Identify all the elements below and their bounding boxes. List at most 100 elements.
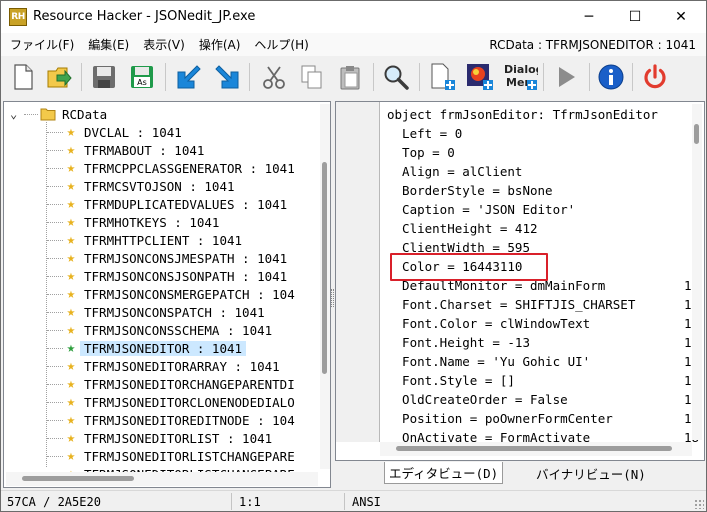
- cut-button[interactable]: [257, 60, 291, 94]
- resource-status: RCData : TFRMJSONEDITOR : 1041: [489, 38, 696, 52]
- tree-item-label: TFRMJSONCONSJSONPATH : 1041: [84, 268, 288, 284]
- tree-item[interactable]: ★ TFRMJSONEDITORLISTCHANGEPARE: [64, 447, 295, 465]
- menu-edit[interactable]: 編集(E): [81, 33, 136, 57]
- toolbar-separator: [165, 63, 166, 91]
- menu-view[interactable]: 表示(V): [136, 33, 192, 57]
- code-line[interactable]: Align = alClient: [387, 164, 522, 179]
- tab-editor-view[interactable]: エディタビュー(D): [384, 462, 504, 484]
- tree-item[interactable]: ★ TFRMDUPLICATEDVALUES : 1041: [64, 195, 287, 213]
- open-folder-icon: [47, 67, 72, 88]
- resource-tree[interactable]: ⌄ RCData ★ DVCLAL : 1041 ★ TFRMABOUT : 1041…: [3, 101, 331, 488]
- maximize-button[interactable]: ☐: [612, 1, 658, 33]
- search-icon: [384, 65, 409, 90]
- code-line[interactable]: Font.Height = -13: [387, 335, 530, 350]
- tree-item[interactable]: ★ TFRMJSONCONSJSONPATH : 1041: [64, 267, 287, 285]
- tree-item[interactable]: ★ TFRMJSONCONSMERGEPATCH : 104: [64, 285, 295, 303]
- save-button[interactable]: [87, 60, 121, 94]
- export-button[interactable]: [210, 60, 244, 94]
- tree-item[interactable]: ★ TFRMHTTPCLIENT : 1041: [64, 231, 242, 249]
- open-button[interactable]: [42, 60, 76, 94]
- tree-item[interactable]: ★ TFRMJSONEDITORCLONENODEDIALO: [64, 393, 295, 411]
- code-line[interactable]: Font.Name = 'Yu Gohic UI': [387, 354, 590, 369]
- exit-button[interactable]: [638, 60, 672, 94]
- menu-help[interactable]: ヘルプ(H): [247, 33, 315, 57]
- tree-connector: [47, 276, 63, 277]
- code-line[interactable]: Font.Style = []: [387, 373, 515, 388]
- tree-connector: [47, 438, 63, 439]
- compile-button[interactable]: [549, 60, 583, 94]
- tree-item[interactable]: ★ TFRMCPPCLASSGENERATOR : 1041: [64, 159, 295, 177]
- code-line[interactable]: BorderStyle = bsNone: [387, 183, 553, 198]
- tree-item[interactable]: ★ TFRMJSONCONSJMESPATH : 1041: [64, 249, 287, 267]
- tree-item-label: TFRMJSONCONSMERGEPATCH : 104: [84, 286, 295, 302]
- tree-item[interactable]: ★ TFRMJSONCONSSCHEMA : 1041: [64, 321, 272, 339]
- save-as-icon: As: [131, 66, 153, 88]
- editor-horizontal-scroll-thumb[interactable]: [396, 446, 672, 451]
- code-editor[interactable]: 1object frmJsonEditor: TfrmJsonEditor2 L…: [335, 101, 705, 461]
- code-line[interactable]: Top = 0: [387, 145, 455, 160]
- tree-horizontal-scroll-thumb[interactable]: [22, 476, 134, 481]
- star-icon: ★: [66, 232, 76, 248]
- status-encoding: ANSI: [352, 494, 381, 509]
- tree-item-label: TFRMJSONEDITOR : 1041: [80, 340, 247, 356]
- tree-item[interactable]: ★ TFRMJSONEDITORCHANGEPARENTDI: [64, 375, 295, 393]
- import-button[interactable]: [172, 60, 206, 94]
- code-line[interactable]: Font.Color = clWindowText: [387, 316, 590, 331]
- tree-item[interactable]: ★ TFRMJSONEDITOR : 1041: [64, 339, 247, 357]
- code-line[interactable]: Caption = 'JSON Editor': [387, 202, 575, 217]
- star-icon: ★: [66, 430, 76, 446]
- tree-connector: [47, 348, 63, 349]
- star-icon: ★: [66, 160, 76, 176]
- cut-icon: [263, 66, 285, 89]
- menu-action[interactable]: 操作(A): [192, 33, 248, 57]
- tree-item[interactable]: ★ TFRMABOUT : 1041: [64, 141, 205, 159]
- window-title: Resource Hacker - JSONedit_JP.exe: [33, 9, 256, 24]
- editor-vertical-scrollbar[interactable]: [692, 104, 702, 440]
- star-icon: ★: [66, 448, 76, 464]
- tree-item[interactable]: ★ TFRMJSONCONSPATCH : 1041: [64, 303, 265, 321]
- tree-vertical-scroll-thumb[interactable]: [322, 162, 327, 374]
- tree-item[interactable]: ★ DVCLAL : 1041: [64, 123, 182, 141]
- about-button[interactable]: [594, 60, 628, 94]
- resize-grip[interactable]: [694, 499, 704, 509]
- add-resource-button[interactable]: [425, 60, 459, 94]
- info-icon: [598, 64, 624, 90]
- app-icon: RH: [9, 8, 27, 26]
- tree-item[interactable]: ★ TFRMCSVTOJSON : 1041: [64, 177, 235, 195]
- tree-item[interactable]: ★ TFRMJSONEDITORARRAY : 1041: [64, 357, 280, 375]
- close-button[interactable]: ✕: [658, 1, 704, 33]
- code-line[interactable]: Position = poOwnerFormCenter: [387, 411, 613, 426]
- new-file-icon: [14, 64, 33, 90]
- toolbar-separator: [589, 63, 590, 91]
- status-offset: 57CA / 2A5E20: [7, 494, 101, 509]
- code-line[interactable]: OldCreateOrder = False: [387, 392, 568, 407]
- new-file-button[interactable]: [6, 60, 40, 94]
- chevron-down-icon[interactable]: ⌄: [10, 107, 24, 121]
- code-line[interactable]: object frmJsonEditor: TfrmJsonEditor: [387, 107, 658, 122]
- tree-root[interactable]: ⌄ RCData: [10, 105, 107, 123]
- code-line[interactable]: ClientHeight = 412: [387, 221, 537, 236]
- minimize-button[interactable]: ─: [566, 1, 612, 33]
- paste-button[interactable]: [333, 60, 367, 94]
- code-line[interactable]: Font.Charset = SHIFTJIS_CHARSET: [387, 297, 635, 312]
- code-line[interactable]: Left = 0: [387, 126, 462, 141]
- star-icon: ★: [66, 412, 76, 428]
- search-button[interactable]: [379, 60, 413, 94]
- save-as-button[interactable]: As: [125, 60, 159, 94]
- tab-binary-view[interactable]: バイナリビュー(N): [532, 462, 650, 484]
- tree-item[interactable]: ★ TFRMJSONEDITORLIST : 1041: [64, 429, 272, 447]
- menu-file[interactable]: ファイル(F): [3, 33, 81, 57]
- copy-button[interactable]: [295, 60, 329, 94]
- line-number-gutter: [336, 102, 380, 442]
- splitter-grip[interactable]: [331, 289, 334, 307]
- tree-connector: [47, 132, 63, 133]
- add-image-button[interactable]: [463, 60, 497, 94]
- main-window: RH Resource Hacker - JSONedit_JP.exe ─ ☐…: [0, 0, 707, 512]
- editor-vertical-scroll-thumb[interactable]: [694, 124, 699, 144]
- color-line-highlight-box: [390, 253, 548, 281]
- tree-item[interactable]: ★ TFRMJSONEDITOREDITNODE : 104: [64, 411, 295, 429]
- tree-item-label: TFRMDUPLICATEDVALUES : 1041: [84, 196, 288, 212]
- dialog-menu-button[interactable]: Dialog Men: [501, 60, 539, 94]
- toolbar-separator: [543, 63, 544, 91]
- tree-item[interactable]: ★ TFRMHOTKEYS : 1041: [64, 213, 220, 231]
